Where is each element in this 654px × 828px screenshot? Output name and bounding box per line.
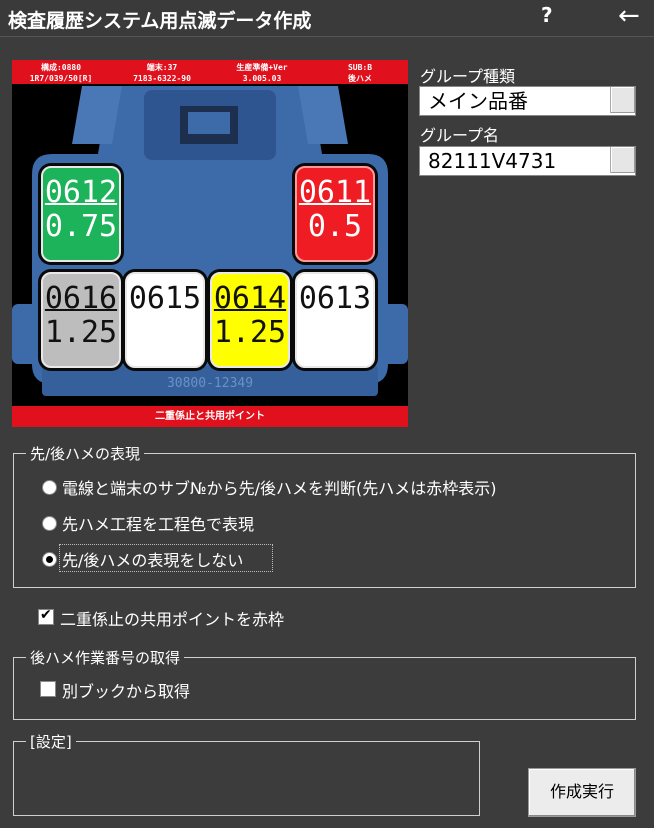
wire-cell-0615: 0615 <box>125 272 205 368</box>
radio-label: 先ハメ工程を工程色で表現 <box>62 515 255 534</box>
header-text: 後ハメ <box>348 74 372 83</box>
header-text: SUB:B <box>347 63 373 72</box>
wire-cell-0613: 0613 <box>295 272 375 368</box>
other-book-checkbox[interactable] <box>40 681 56 697</box>
create-execute-button[interactable]: 作成実行 <box>528 768 636 817</box>
group-type-value: メイン品番 <box>428 89 528 113</box>
cell-number: 0614 <box>213 281 287 316</box>
dropdown-button[interactable] <box>610 147 635 173</box>
cell-number: 0615 <box>128 281 202 316</box>
preview-footer: 二重係止と共用ポイント <box>12 406 408 427</box>
cell-number: 0611 <box>298 175 372 210</box>
cell-number: 0616 <box>44 281 118 316</box>
cell-number: 0613 <box>298 281 372 316</box>
header-cell: 構成:0880 1R7/039/50[R] <box>16 62 106 84</box>
header-text: 7183-6322-90 <box>133 74 191 83</box>
back-arrow-icon[interactable]: ← <box>618 1 640 31</box>
connector-marking: 30800-12349 <box>167 376 253 391</box>
double-lock-checkbox[interactable] <box>38 607 54 625</box>
cell-number: 0612 <box>44 175 118 210</box>
radio-option-judge-by-sub[interactable]: 電線と端末のサブ№から先/後ハメを判断(先ハメは赤枠表示) <box>42 475 497 499</box>
header-cell: 端末:37 7183-6322-90 <box>114 62 210 84</box>
group-type-label: グループ種類 <box>420 67 516 86</box>
radio-option-process-color[interactable]: 先ハメ工程を工程色で表現 <box>42 511 254 535</box>
wire-cell-0612: 0612 0.75 <box>41 166 121 262</box>
post-fit-number-title: 後ハメ作業番号の取得 <box>26 647 185 668</box>
group-type-combo[interactable]: メイン品番 <box>419 86 636 116</box>
header-text: 構成:0880 <box>40 63 82 72</box>
header-text: 生産準備+Ver <box>236 63 288 72</box>
connector-preview: 構成:0880 1R7/039/50[R] 端末:37 7183-6322-90… <box>12 60 408 427</box>
cell-value: 0.75 <box>44 209 118 244</box>
preview-header: 構成:0880 1R7/039/50[R] 端末:37 7183-6322-90… <box>12 60 408 84</box>
dropdown-button[interactable] <box>610 87 635 113</box>
checkbox-label: 別ブックから取得 <box>62 682 191 701</box>
title-bar: 検査履歴システム用点滅データ作成 ? ← <box>0 0 654 37</box>
cell-value: 0.5 <box>307 209 363 244</box>
header-cell: 生産準備+Ver 3.005.03 <box>214 62 310 84</box>
header-text: 1R7/039/50[R] <box>29 74 93 83</box>
radio-option-no-expression[interactable]: 先/後ハメの表現をしない <box>42 547 243 571</box>
cell-value: 1.25 <box>44 315 118 350</box>
header-text: 端末:37 <box>146 63 178 72</box>
header-text: 3.005.03 <box>242 74 282 83</box>
settings-title: [設定] <box>26 731 76 752</box>
radio-button[interactable] <box>42 480 57 495</box>
checkbox-label: 二重係止の共用ポイントを赤枠 <box>60 610 285 629</box>
help-button[interactable]: ? <box>541 3 553 27</box>
fit-expression-title: 先/後ハメの表現 <box>26 443 145 464</box>
window-title: 検査履歴システム用点滅データ作成 <box>8 10 312 32</box>
double-lock-checkbox-row[interactable]: 二重係止の共用ポイントを赤枠 <box>38 606 284 630</box>
radio-button-selected[interactable] <box>42 552 57 567</box>
group-name-value: 82111V4731 <box>428 149 557 173</box>
wire-cell-0614: 0614 1.25 <box>210 272 290 368</box>
header-cell: SUB:B 後ハメ <box>317 62 403 84</box>
radio-label: 電線と端末のサブ№から先/後ハメを判断(先ハメは赤枠表示) <box>62 479 497 498</box>
wire-cell-0616: 0616 1.25 <box>41 272 121 368</box>
radio-label: 先/後ハメの表現をしない <box>62 551 244 570</box>
cell-value: 1.25 <box>213 315 287 350</box>
other-book-checkbox-row[interactable]: 別ブックから取得 <box>40 678 190 702</box>
radio-button[interactable] <box>42 516 57 531</box>
wire-cell-0611: 0611 0.5 <box>295 166 375 262</box>
group-name-combo[interactable]: 82111V4731 <box>419 146 636 176</box>
settings-frame <box>13 741 480 816</box>
group-name-label: グループ名 <box>420 126 500 145</box>
